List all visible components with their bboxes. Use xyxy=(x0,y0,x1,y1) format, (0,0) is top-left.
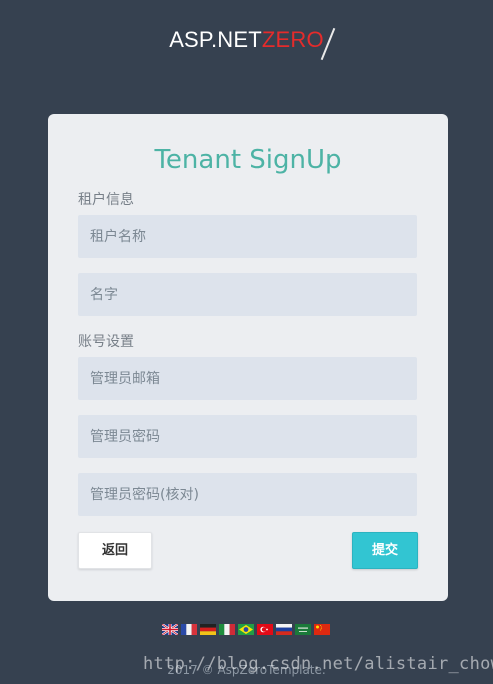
uk-flag-icon[interactable] xyxy=(162,624,178,635)
saudi-arabia-flag-icon[interactable] xyxy=(295,624,311,635)
turkey-flag-icon[interactable] xyxy=(257,624,273,635)
name-input[interactable] xyxy=(78,273,417,316)
admin-password-confirm-input[interactable] xyxy=(78,473,417,516)
logo-text-suffix-label: ZERO xyxy=(261,27,324,52)
logo-text-suffix: ZERO xyxy=(261,27,336,61)
logo-text-prefix: ASP.NET xyxy=(169,27,262,52)
submit-button[interactable]: 提交 xyxy=(352,532,418,569)
watermark-text: http://blog.csdn.net/alistair_chow xyxy=(143,654,493,674)
language-switcher xyxy=(162,624,330,636)
tenant-name-input[interactable] xyxy=(78,215,417,258)
china-flag-icon[interactable] xyxy=(314,624,330,635)
tenant-info-label: 租户信息 xyxy=(78,192,134,208)
back-button[interactable]: 返回 xyxy=(78,532,152,569)
admin-password-input[interactable] xyxy=(78,415,417,458)
app-logo: ASP.NETZERO xyxy=(0,24,493,61)
france-flag-icon[interactable] xyxy=(181,624,197,635)
italy-flag-icon[interactable] xyxy=(219,624,235,635)
account-settings-label: 账号设置 xyxy=(78,334,134,350)
brazil-flag-icon[interactable] xyxy=(238,624,254,635)
signup-card: Tenant SignUp 租户信息 账号设置 返回 提交 xyxy=(48,114,448,601)
russia-flag-icon[interactable] xyxy=(276,624,292,635)
germany-flag-icon[interactable] xyxy=(200,624,216,635)
admin-email-input[interactable] xyxy=(78,357,417,400)
page-title: Tenant SignUp xyxy=(154,145,342,175)
